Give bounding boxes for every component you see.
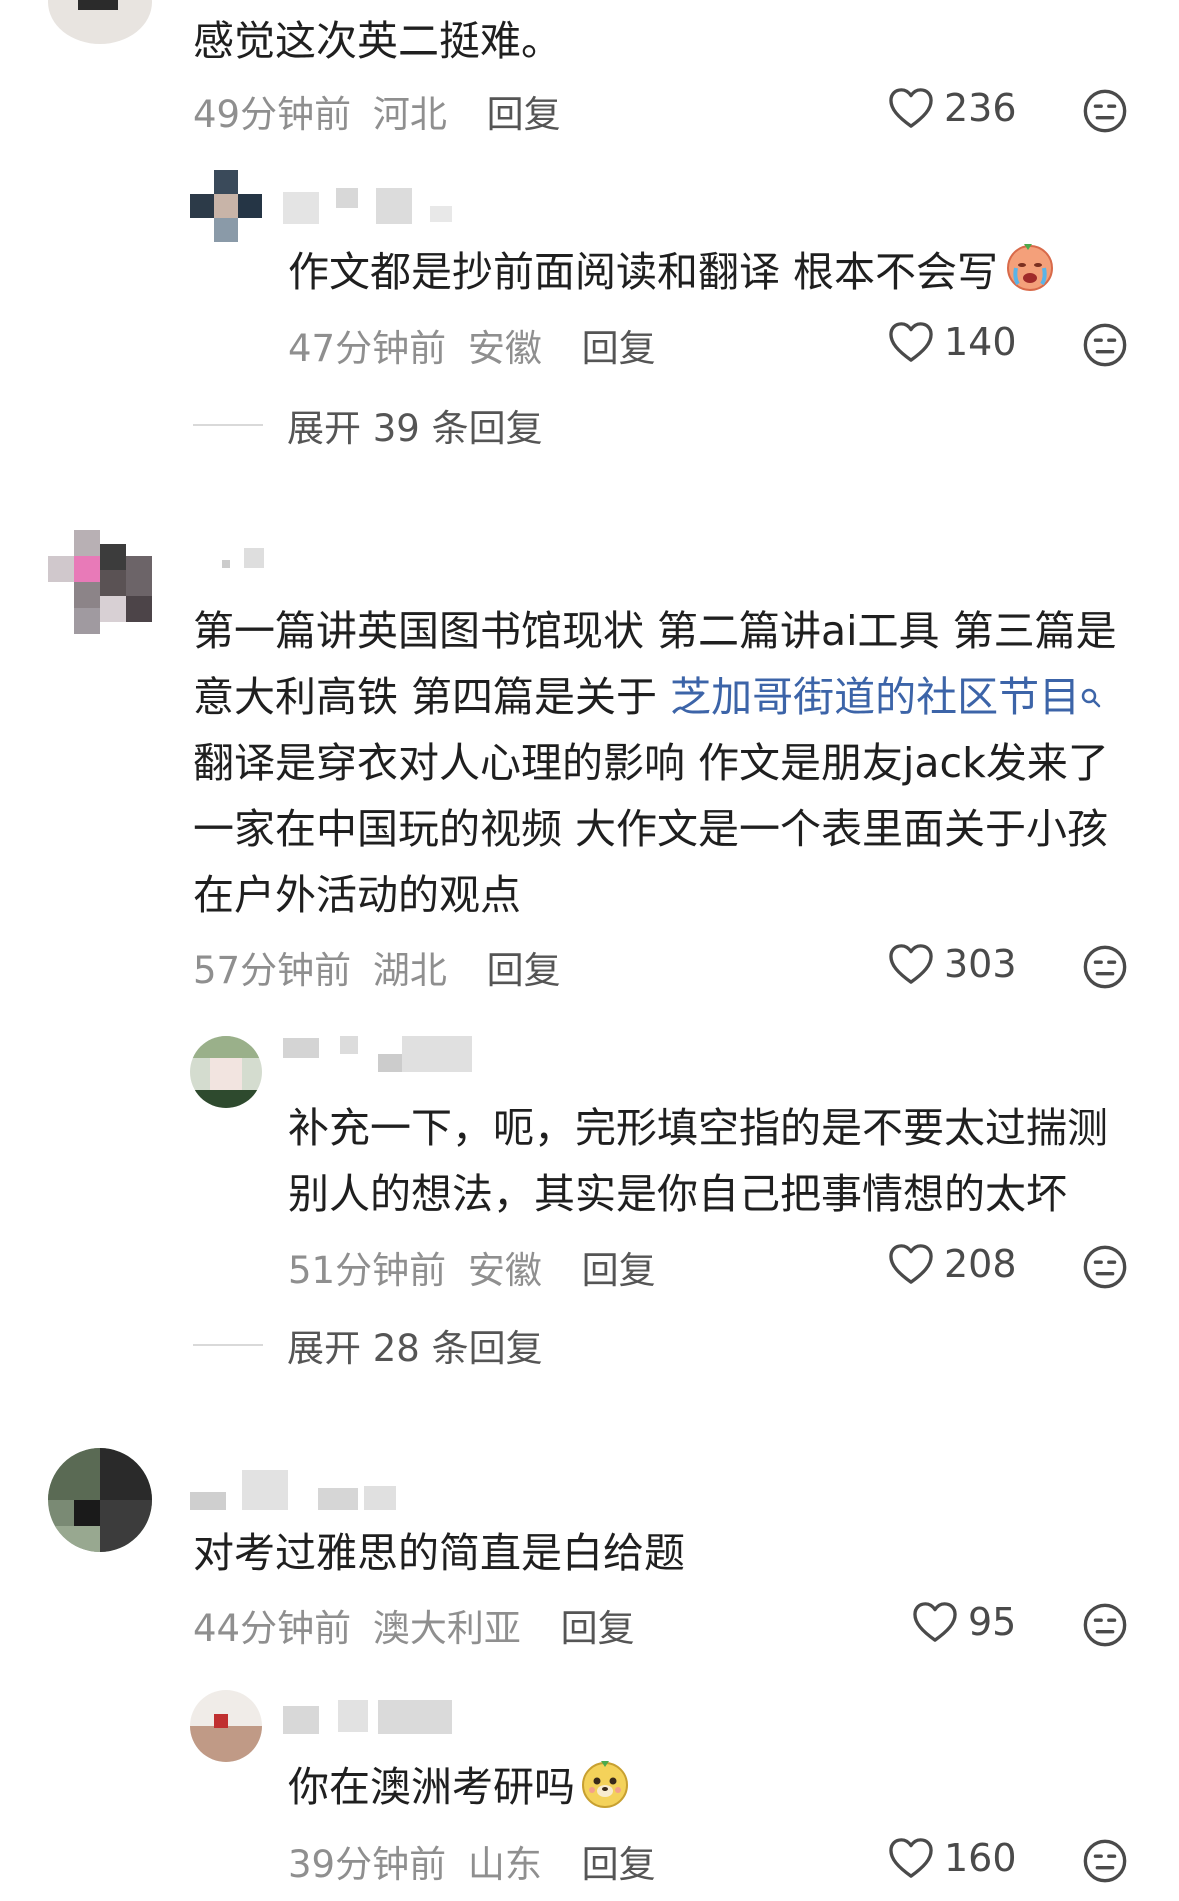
like-count: 303 [944,942,1017,986]
dislike-icon[interactable] [1082,1838,1128,1884]
comment-time: 57分钟前 [193,949,352,992]
comment-time: 49分钟前 [193,93,352,136]
avatar[interactable] [48,530,152,634]
like-button[interactable]: 160 [888,1836,1017,1880]
search-icon[interactable] [1080,664,1102,730]
avatar[interactable] [48,1448,152,1552]
reply-text: 补充一下，呃，完形填空指的是不要太过揣测 别人的想法，其实是你自己把事情想的太坏 [288,1104,1108,1218]
reply-button[interactable]: 回复 [487,949,561,992]
reply-location: 山东 [467,1843,542,1886]
comment-time: 44分钟前 [193,1607,352,1650]
like-button[interactable]: 140 [888,320,1017,364]
heart-icon [888,1243,934,1285]
like-count: 208 [944,1242,1017,1286]
dislike-icon[interactable] [1082,88,1128,134]
reply-button[interactable]: 回复 [582,1843,656,1886]
reply-button[interactable]: 回复 [582,327,656,370]
comment-text: 对考过雅思的简直是白给题 [193,1529,685,1577]
expand-replies-button[interactable]: 展开 39 条回复 [193,398,543,452]
reply-text: 作文都是抄前面阅读和翻译 根本不会写 [288,238,1058,313]
heart-icon [888,87,934,129]
search-link[interactable]: 芝加哥街道的社区节目 [670,673,1080,721]
reply-location: 安徽 [467,327,542,370]
reply-time: 47分钟前 [288,327,447,370]
like-button[interactable]: 95 [912,1600,1016,1644]
dislike-icon[interactable] [1082,322,1128,368]
avatar[interactable] [190,1036,262,1108]
expand-replies-label: 展开 39 条回复 [287,407,543,450]
reply-time: 39分钟前 [288,1843,447,1886]
heart-icon [888,1837,934,1879]
dislike-icon[interactable] [1082,1602,1128,1648]
reply-button[interactable]: 回复 [487,93,561,136]
like-count: 95 [968,1600,1017,1644]
like-button[interactable]: 236 [888,86,1017,130]
heart-icon [912,1601,958,1643]
like-count: 140 [944,320,1017,364]
like-button[interactable]: 303 [888,942,1017,986]
comment-meta: 49分钟前 河北 回复 [193,84,561,138]
like-button[interactable]: 208 [888,1242,1017,1286]
heart-icon [888,321,934,363]
avatar[interactable] [190,1690,262,1762]
comment-text: 第一篇讲英国图书馆现状 第二篇讲ai工具 第三篇是 意大利高铁 第四篇是关于 芝… [193,607,1117,919]
dislike-icon[interactable] [1082,944,1128,990]
crying-emoji-icon [1002,238,1058,313]
comment-location: 湖北 [372,949,447,992]
like-count: 160 [944,1836,1017,1880]
reply-time: 51分钟前 [288,1249,447,1292]
comment-meta: 44分钟前 澳大利亚 回复 [193,1598,635,1652]
comment-meta: 57分钟前 湖北 回复 [193,940,561,994]
like-count: 236 [944,86,1017,130]
divider [193,424,263,426]
heart-icon [888,943,934,985]
avatar[interactable] [48,0,152,44]
expand-replies-button[interactable]: 展开 28 条回复 [193,1318,543,1372]
bear-emoji-icon [579,1757,631,1828]
divider [193,1344,263,1346]
reply-text: 你在澳洲考研吗 [288,1754,631,1828]
reply-button[interactable]: 回复 [561,1607,635,1650]
comment-location: 澳大利亚 [372,1607,521,1650]
comment-location: 河北 [372,93,447,136]
expand-replies-label: 展开 28 条回复 [287,1327,543,1370]
avatar[interactable] [190,170,262,242]
comment-text: 感觉这次英二挺难。 [193,17,562,65]
reply-location: 安徽 [467,1249,542,1292]
reply-meta: 47分钟前 安徽 回复 [288,318,656,372]
reply-meta: 51分钟前 安徽 回复 [288,1240,656,1294]
reply-meta: 39分钟前 山东 回复 [288,1834,656,1888]
dislike-icon[interactable] [1082,1244,1128,1290]
reply-button[interactable]: 回复 [582,1249,656,1292]
